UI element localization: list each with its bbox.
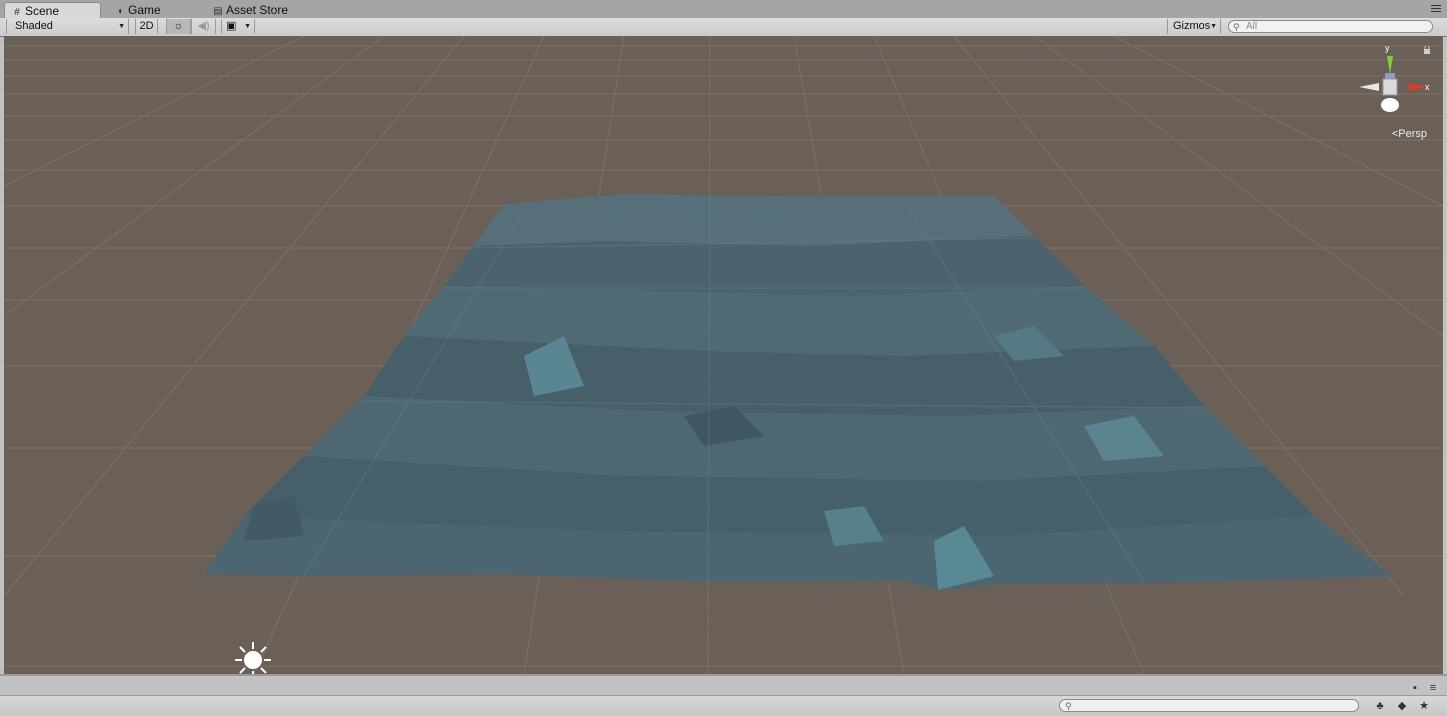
axis-y-cone[interactable]	[1387, 56, 1393, 74]
scene-toolbar: Shaded ▼ 2D ☼ ◀) ▣ ▼ Gizmos ▼ ⚲ All	[0, 18, 1447, 37]
scene-viewport[interactable]: y x <Persp	[4, 36, 1443, 674]
sun-icon: ☼	[173, 20, 184, 32]
tab-scene[interactable]: # Scene	[4, 2, 101, 18]
panel-menu-icon[interactable]: ≡	[1425, 680, 1441, 696]
lock-icon[interactable]: ▪	[1407, 680, 1423, 696]
bottom-panel: ▪ ≡ ⚲ ♣ ◆ ★	[0, 676, 1447, 716]
projection-label: Persp	[1398, 128, 1427, 140]
scene-search-placeholder: All	[1246, 21, 1258, 32]
lock-icon[interactable]	[1423, 46, 1431, 54]
scene-search-input[interactable]: ⚲ All	[1228, 20, 1433, 33]
tab-menu-icon[interactable]	[1431, 5, 1441, 13]
favorite-star-icon[interactable]: ★	[1416, 698, 1432, 714]
axis-neg-z-cone[interactable]	[1381, 98, 1399, 112]
axis-x-label: x	[1425, 82, 1430, 92]
lighting-toggle[interactable]: ☼	[166, 19, 191, 34]
project-search-input[interactable]: ⚲	[1059, 699, 1359, 712]
search-icon: ⚲	[1233, 22, 1240, 32]
water-mesh	[204, 194, 1392, 590]
chevron-down-icon: ▼	[1210, 23, 1217, 30]
tab-asset-store[interactable]: ▤ Asset Store	[206, 2, 294, 18]
gizmos-label: Gizmos	[1173, 20, 1211, 32]
draw-mode-dropdown[interactable]: Shaded ▼	[6, 19, 129, 34]
gizmos-dropdown[interactable]: Gizmos ▼	[1167, 19, 1221, 34]
chevron-down-icon: ▼	[244, 23, 251, 30]
speaker-icon: ◀)	[197, 20, 210, 32]
scene-render	[4, 36, 1443, 674]
mode-2d-label: 2D	[139, 20, 154, 32]
gizmo-center-cube[interactable]	[1382, 78, 1398, 96]
axis-z-cone[interactable]	[1385, 73, 1395, 79]
effects-dropdown[interactable]: ▣ ▼	[221, 19, 255, 34]
mode-2d-toggle[interactable]: 2D	[135, 19, 158, 34]
directional-light-icon	[235, 642, 271, 674]
tab-scene-label: Scene	[25, 4, 60, 18]
tab-game[interactable]: ◖ Game	[108, 2, 167, 18]
tab-asset-store-label: Asset Store	[226, 3, 289, 17]
search-icon: ⚲	[1065, 701, 1072, 711]
filter-type-icon[interactable]: ♣	[1372, 698, 1388, 714]
draw-mode-label: Shaded	[15, 20, 53, 32]
image-icon: ▣	[226, 20, 237, 32]
bottom-toolbar: ⚲ ♣ ◆ ★	[0, 695, 1447, 716]
tag-icon[interactable]: ◆	[1394, 698, 1410, 714]
editor-tab-strip: # Scene ◖ Game ▤ Asset Store	[0, 0, 1447, 19]
axis-neg-x-cone[interactable]	[1359, 83, 1379, 91]
projection-toggle[interactable]: <Persp	[1392, 128, 1427, 140]
axis-y-label: y	[1385, 43, 1390, 53]
audio-toggle[interactable]: ◀)	[191, 19, 216, 34]
tab-game-label: Game	[128, 3, 161, 17]
chevron-down-icon: ▼	[118, 23, 125, 30]
orientation-gizmo[interactable]: y x	[1357, 41, 1437, 141]
